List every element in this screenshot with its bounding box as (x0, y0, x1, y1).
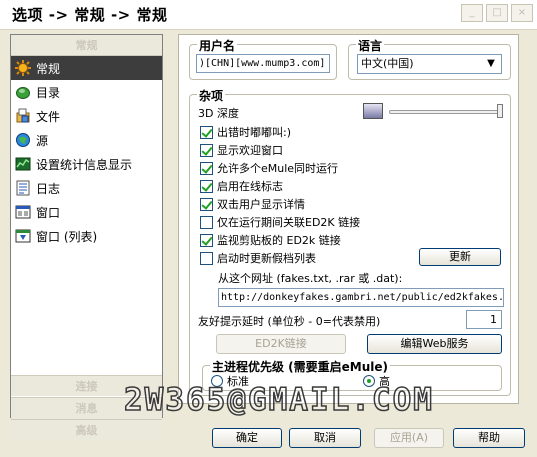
option-update-fakes[interactable]: 启动时更新假档列表 (200, 250, 316, 266)
sidebar-item-statistics[interactable]: 设置统计信息显示 (11, 152, 162, 176)
username-input[interactable]: )[CHN][www.mump3.com] (196, 54, 330, 73)
tooltip-delay-input[interactable]: 1 (466, 310, 502, 329)
option-dblclick-user-details[interactable]: 双击用户显示详情 (200, 196, 305, 212)
sidebar-item-sources[interactable]: 源 (11, 128, 162, 152)
checkbox[interactable] (200, 143, 213, 157)
checkbox[interactable] (200, 179, 213, 193)
fakes-url-input[interactable]: http://donkeyfakes.gambri.net/public/ed2… (218, 288, 504, 307)
misc-legend: 杂项 (197, 87, 226, 104)
sidebar-item-label: 常规 (36, 61, 61, 76)
option-label: 启用在线标志 (217, 180, 283, 193)
sidebar-item-label: 目录 (36, 85, 61, 100)
options-sidebar: 常规 常规 目录 文件 源 设置统计信息显示 日志 窗口 窗口 (列表) 连接 … (10, 34, 163, 418)
sidebar-item-label: 文件 (36, 109, 61, 124)
sidebar-item-files[interactable]: 文件 (11, 104, 162, 128)
sidebar-item-window[interactable]: 窗口 (11, 200, 162, 224)
maximize-button[interactable]: □ (486, 4, 508, 22)
folder-icon (15, 84, 31, 100)
option-multiple-instances[interactable]: 允许多个eMule同时运行 (200, 160, 338, 176)
source-icon (15, 132, 31, 148)
statistics-icon (15, 156, 31, 172)
tooltip-delay-label: 友好提示延时 (单位秒 - 0=代表禁用) (198, 315, 381, 328)
edit-webservices-button[interactable]: 编辑Web服务 (367, 334, 502, 354)
language-selected-value: 中文(中国) (361, 57, 414, 70)
file-icon (15, 108, 31, 124)
depth-slider-thumb[interactable] (497, 104, 503, 118)
watermark-text: 2W365@GMAIL.COM (123, 381, 434, 419)
checkbox[interactable] (200, 251, 213, 265)
help-button[interactable]: 帮助 (453, 428, 525, 448)
option-associate-ed2k[interactable]: 仅在运行期间关联ED2K 链接 (200, 214, 360, 230)
ok-button[interactable]: 确定 (212, 428, 282, 448)
option-beep-on-error[interactable]: 出错时嘟嘟叫:) (200, 124, 291, 140)
title-bar: 选项 -> 常规 -> 常规 _ □ × (0, 0, 537, 30)
sidebar-header[interactable]: 常规 (11, 35, 162, 56)
sidebar-item-label: 设置统计信息显示 (36, 157, 133, 172)
checkbox[interactable] (200, 197, 213, 211)
sidebar-item-directories[interactable]: 目录 (11, 80, 162, 104)
username-legend: 用户名 (197, 37, 238, 54)
depth-slider[interactable] (389, 110, 503, 114)
option-label: 双击用户显示详情 (217, 198, 305, 211)
sidebar-item-window-list[interactable]: 窗口 (列表) (11, 224, 162, 248)
checkbox[interactable] (200, 215, 213, 229)
option-show-splash[interactable]: 显示欢迎窗口 (200, 142, 283, 158)
gear-sun-icon (15, 60, 31, 76)
misc-group: 杂项 3D 深度 出错时嘟嘟叫:) 显示欢迎窗口 允许多个eMule同时运行 启… (189, 87, 511, 396)
option-watch-clipboard[interactable]: 监视剪贴板的 ED2k 链接 (200, 232, 341, 248)
log-icon (15, 180, 31, 196)
close-button[interactable]: × (511, 4, 533, 22)
depth-label: 3D 深度 (198, 107, 239, 120)
option-label: 仅在运行期间关联ED2K 链接 (217, 216, 361, 229)
sidebar-item-label: 窗口 (36, 205, 61, 220)
sidebar-item-log[interactable]: 日志 (11, 176, 162, 200)
chevron-down-icon: ▼ (487, 58, 495, 69)
option-label: 监视剪贴板的 ED2k 链接 (217, 234, 341, 247)
sidebar-item-general[interactable]: 常规 (11, 56, 162, 80)
language-select[interactable]: 中文(中国) ▼ (357, 54, 502, 74)
option-label: 允许多个eMule同时运行 (217, 162, 339, 175)
sidebar-item-label: 日志 (36, 181, 61, 196)
update-fakes-button[interactable]: 更新 (419, 248, 501, 266)
window-list-icon (15, 228, 31, 244)
username-group: 用户名 )[CHN][www.mump3.com] (189, 37, 337, 80)
fakes-url-label: 从这个网址 (fakes.txt, .rar 或 .dat): (218, 272, 403, 285)
option-label: 启动时更新假档列表 (217, 252, 316, 265)
apply-button[interactable]: 应用(A) (374, 428, 444, 448)
window-title: 选项 -> 常规 -> 常规 (12, 6, 168, 24)
language-group: 语言 中文(中国) ▼ (348, 37, 511, 80)
window-controls: _ □ × (461, 4, 533, 22)
sidebar-item-label: 窗口 (列表) (36, 229, 98, 244)
option-online-signature[interactable]: 启用在线标志 (200, 178, 283, 194)
checkbox[interactable] (200, 233, 213, 247)
depth-preview-icon (363, 103, 383, 119)
cancel-button[interactable]: 取消 (289, 428, 361, 448)
settings-panel: 用户名 )[CHN][www.mump3.com] 语言 中文(中国) ▼ 杂项… (178, 34, 519, 404)
checkbox[interactable] (200, 161, 213, 175)
window-icon (15, 204, 31, 220)
sidebar-footer-advanced[interactable]: 高级 (11, 419, 162, 440)
minimize-button[interactable]: _ (461, 4, 483, 22)
option-label: 出错时嘟嘟叫:) (217, 126, 291, 139)
option-label: 显示欢迎窗口 (217, 144, 283, 157)
language-legend: 语言 (356, 37, 385, 54)
sidebar-item-label: 源 (36, 133, 49, 148)
checkbox[interactable] (200, 125, 213, 139)
ed2k-link-button[interactable]: ED2K链接 (216, 334, 346, 354)
